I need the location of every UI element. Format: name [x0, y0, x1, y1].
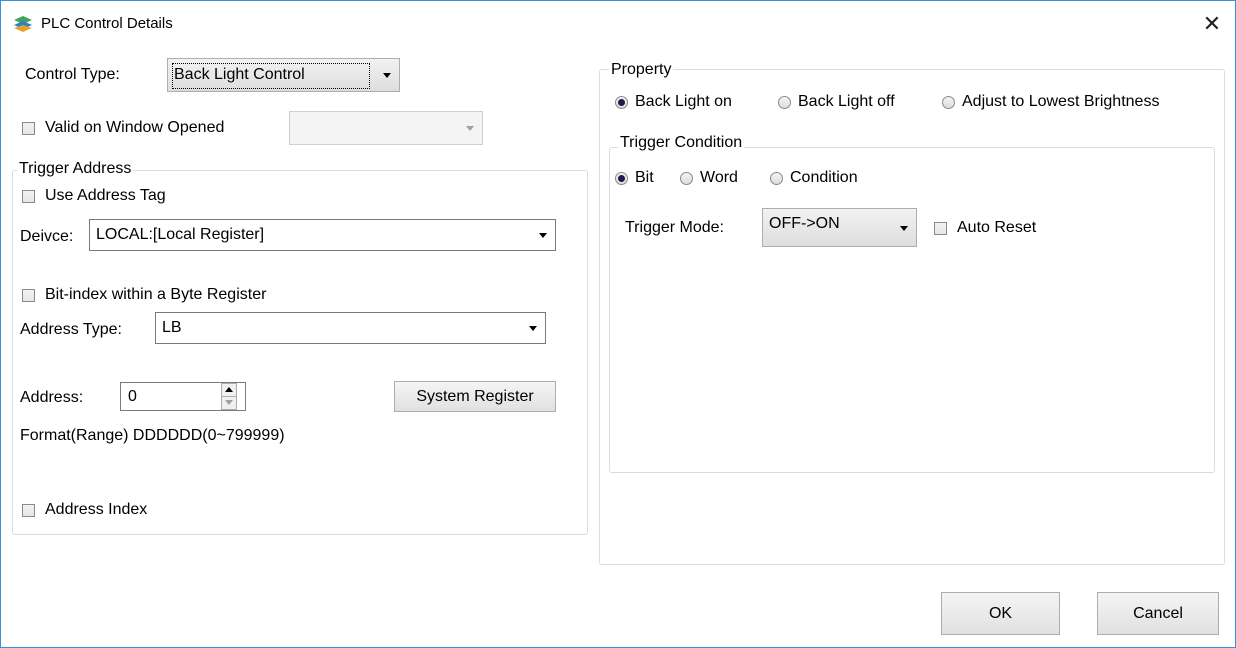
trigger-mode-select[interactable]: OFF->ON — [762, 208, 917, 247]
title-bar: PLC Control Details ✕ — [1, 1, 1235, 47]
control-type-select[interactable]: Back Light Control — [167, 58, 400, 92]
chevron-down-icon — [900, 225, 908, 231]
use-address-tag-checkbox[interactable] — [22, 190, 35, 203]
window-select[interactable] — [289, 111, 483, 145]
radio-adjust-lowest-brightness[interactable] — [942, 96, 955, 109]
valid-on-window-opened-label: Valid on Window Opened — [45, 119, 225, 136]
ok-button[interactable]: OK — [941, 592, 1060, 635]
window-title: PLC Control Details — [41, 15, 173, 32]
radio-condition[interactable] — [770, 172, 783, 185]
auto-reset-label: Auto Reset — [957, 219, 1037, 236]
chevron-down-icon — [383, 73, 391, 78]
word-label: Word — [700, 169, 738, 186]
stepper-down-icon[interactable] — [222, 397, 236, 409]
address-type-value: LB — [162, 319, 182, 336]
control-type-label: Control Type: — [25, 66, 120, 83]
property-title: Property — [609, 61, 674, 79]
address-stepper[interactable] — [221, 383, 237, 410]
system-register-button[interactable]: System Register — [394, 381, 556, 412]
address-index-checkbox[interactable] — [22, 504, 35, 517]
device-select[interactable]: LOCAL:[Local Register] — [89, 219, 556, 251]
close-icon[interactable]: ✕ — [1197, 9, 1227, 39]
device-value: LOCAL:[Local Register] — [96, 226, 265, 243]
trigger-address-title: Trigger Address — [17, 160, 134, 178]
address-type-label: Address Type: — [20, 321, 122, 338]
bit-index-checkbox[interactable] — [22, 289, 35, 302]
trigger-mode-label: Trigger Mode: — [625, 219, 724, 236]
bit-label: Bit — [635, 169, 654, 186]
control-type-value: Back Light Control — [174, 66, 305, 83]
radio-word[interactable] — [680, 172, 693, 185]
trigger-condition-group — [609, 147, 1215, 473]
address-value: 0 — [128, 388, 137, 405]
plc-app-icon — [14, 16, 32, 32]
trigger-condition-title: Trigger Condition — [618, 134, 745, 152]
format-range-text: Format(Range) DDDDDD(0~799999) — [20, 427, 285, 444]
bit-index-label: Bit-index within a Byte Register — [45, 286, 267, 303]
adjust-lowest-brightness-label: Adjust to Lowest Brightness — [962, 93, 1160, 110]
device-label: Deivce: — [20, 228, 74, 245]
radio-back-light-off[interactable] — [778, 96, 791, 109]
dialog-window: PLC Control Details ✕ Control Type: Back… — [0, 0, 1236, 648]
valid-on-window-opened-checkbox[interactable] — [22, 122, 35, 135]
back-light-on-label: Back Light on — [635, 93, 732, 110]
cancel-button[interactable]: Cancel — [1097, 592, 1219, 635]
radio-bit[interactable] — [615, 172, 628, 185]
address-label: Address: — [20, 389, 84, 406]
condition-label: Condition — [790, 169, 858, 186]
chevron-down-icon — [539, 233, 547, 238]
use-address-tag-label: Use Address Tag — [45, 187, 166, 204]
chevron-down-icon — [529, 326, 537, 331]
trigger-mode-value: OFF->ON — [769, 215, 840, 232]
stepper-up-icon[interactable] — [222, 384, 236, 397]
auto-reset-checkbox[interactable] — [934, 222, 947, 235]
chevron-down-icon — [466, 126, 474, 131]
address-type-select[interactable]: LB — [155, 312, 546, 344]
address-index-label: Address Index — [45, 501, 148, 518]
radio-back-light-on[interactable] — [615, 96, 628, 109]
back-light-off-label: Back Light off — [798, 93, 895, 110]
